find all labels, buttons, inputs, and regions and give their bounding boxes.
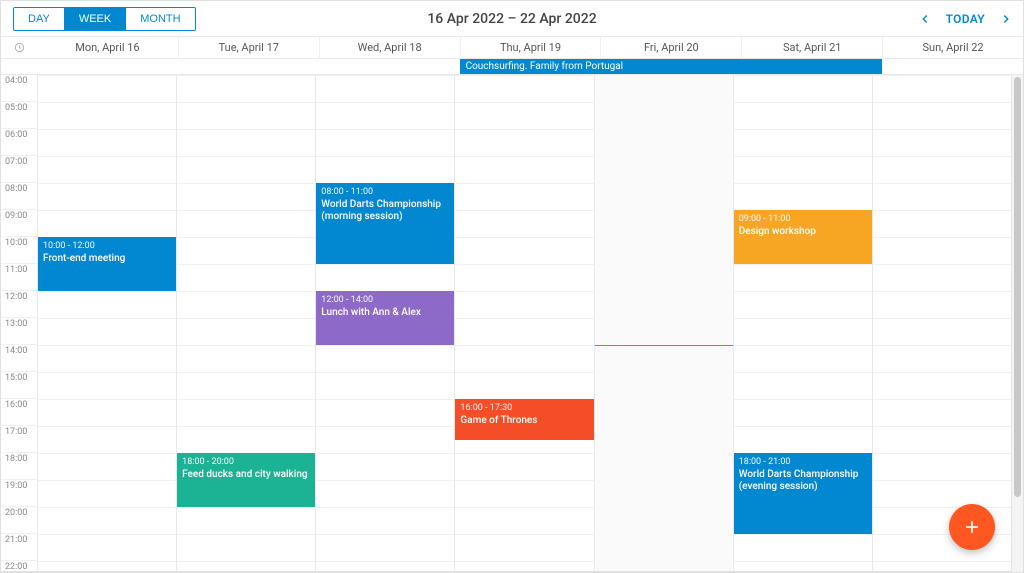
view-toggle-group: DAY WEEK MONTH [13,7,196,31]
event-title: Front-end meeting [43,253,171,265]
view-day-button[interactable]: DAY [14,8,64,30]
current-time-indicator [595,345,733,346]
next-week-button[interactable] [999,12,1013,26]
time-label: 18:00 [1,453,37,480]
event-frontend-meeting[interactable]: 10:00 - 12:00Front-end meeting [38,237,176,291]
scrollbar-thumb[interactable] [1014,77,1021,497]
day-column[interactable]: 09:00 - 11:00Design workshop 18:00 - 21:0… [733,75,872,571]
clock-icon [1,37,37,58]
time-label: 14:00 [1,345,37,372]
add-event-button[interactable] [949,504,995,550]
event-time: 09:00 - 11:00 [739,213,867,225]
time-label: 09:00 [1,210,37,237]
day-column[interactable]: 18:00 - 20:00Feed ducks and city walking [176,75,315,571]
time-label: 15:00 [1,372,37,399]
prev-week-button[interactable] [918,12,932,26]
event-title: Lunch with Ann & Alex [321,307,449,319]
today-button[interactable]: TODAY [946,12,985,26]
view-week-button[interactable]: WEEK [64,8,125,30]
event-time: 12:00 - 14:00 [321,294,449,306]
date-range-title: 16 Apr 2022 – 22 Apr 2022 [427,11,596,27]
plus-icon [962,517,982,537]
week-grid: 04:0005:0006:0007:0008:0009:0010:0011:00… [1,75,1011,572]
event-time: 18:00 - 20:00 [182,456,310,468]
time-label: 16:00 [1,399,37,426]
vertical-scrollbar[interactable] [1011,75,1023,572]
event-time: 10:00 - 12:00 [43,240,171,252]
time-label: 05:00 [1,102,37,129]
time-label: 21:00 [1,534,37,561]
day-column[interactable]: 16:00 - 17:30Game of Thrones [454,75,593,571]
time-column: 04:0005:0006:0007:0008:0009:0010:0011:00… [1,75,37,571]
event-game-of-thrones[interactable]: 16:00 - 17:30Game of Thrones [455,399,593,440]
nav-controls: TODAY [918,12,1013,26]
event-darts-evening[interactable]: 18:00 - 21:00World Darts Championship (e… [734,453,872,534]
allday-row: Couchsurfing. Family from Portugal [1,59,1023,75]
time-label: 07:00 [1,156,37,183]
time-label: 08:00 [1,183,37,210]
calendar-toolbar: DAY WEEK MONTH 16 Apr 2022 – 22 Apr 2022… [1,1,1023,37]
event-darts-morning[interactable]: 08:00 - 11:00World Darts Championship (m… [316,183,454,264]
allday-event[interactable]: Couchsurfing. Family from Portugal [460,59,883,74]
time-label: 22:00 [1,561,37,572]
event-title: Game of Thrones [460,415,588,427]
event-time: 08:00 - 11:00 [321,186,449,198]
event-time: 16:00 - 17:30 [460,402,588,414]
event-title: Design workshop [739,226,867,238]
time-label: 10:00 [1,237,37,264]
day-header-row: Mon, April 16Tue, April 17Wed, April 18T… [1,37,1023,59]
time-label: 04:00 [1,75,37,102]
view-month-button[interactable]: MONTH [125,8,194,30]
time-label: 06:00 [1,129,37,156]
day-column[interactable]: 10:00 - 12:00Front-end meeting [37,75,176,571]
day-header[interactable]: Thu, April 19 [460,37,601,59]
event-design-workshop[interactable]: 09:00 - 11:00Design workshop [734,210,872,264]
time-label: 13:00 [1,318,37,345]
time-label: 19:00 [1,480,37,507]
event-title: Feed ducks and city walking [182,469,310,481]
event-lunch-ann-alex[interactable]: 12:00 - 14:00Lunch with Ann & Alex [316,291,454,345]
day-column[interactable] [872,75,1011,571]
day-header[interactable]: Sun, April 22 [882,37,1023,59]
day-header[interactable]: Wed, April 18 [319,37,460,59]
day-header[interactable]: Mon, April 16 [37,37,178,59]
day-header[interactable]: Sat, April 21 [741,37,882,59]
day-header[interactable]: Tue, April 17 [178,37,319,59]
time-label: 12:00 [1,291,37,318]
time-label: 17:00 [1,426,37,453]
day-column[interactable] [594,75,733,571]
event-title: World Darts Championship (evening sessio… [739,469,867,493]
event-time: 18:00 - 21:00 [739,456,867,468]
day-column[interactable]: 08:00 - 11:00World Darts Championship (m… [315,75,454,571]
event-title: World Darts Championship (morning sessio… [321,199,449,223]
time-label: 11:00 [1,264,37,291]
event-feed-ducks[interactable]: 18:00 - 20:00Feed ducks and city walking [177,453,315,507]
day-header[interactable]: Fri, April 20 [600,37,741,59]
time-label: 20:00 [1,507,37,534]
